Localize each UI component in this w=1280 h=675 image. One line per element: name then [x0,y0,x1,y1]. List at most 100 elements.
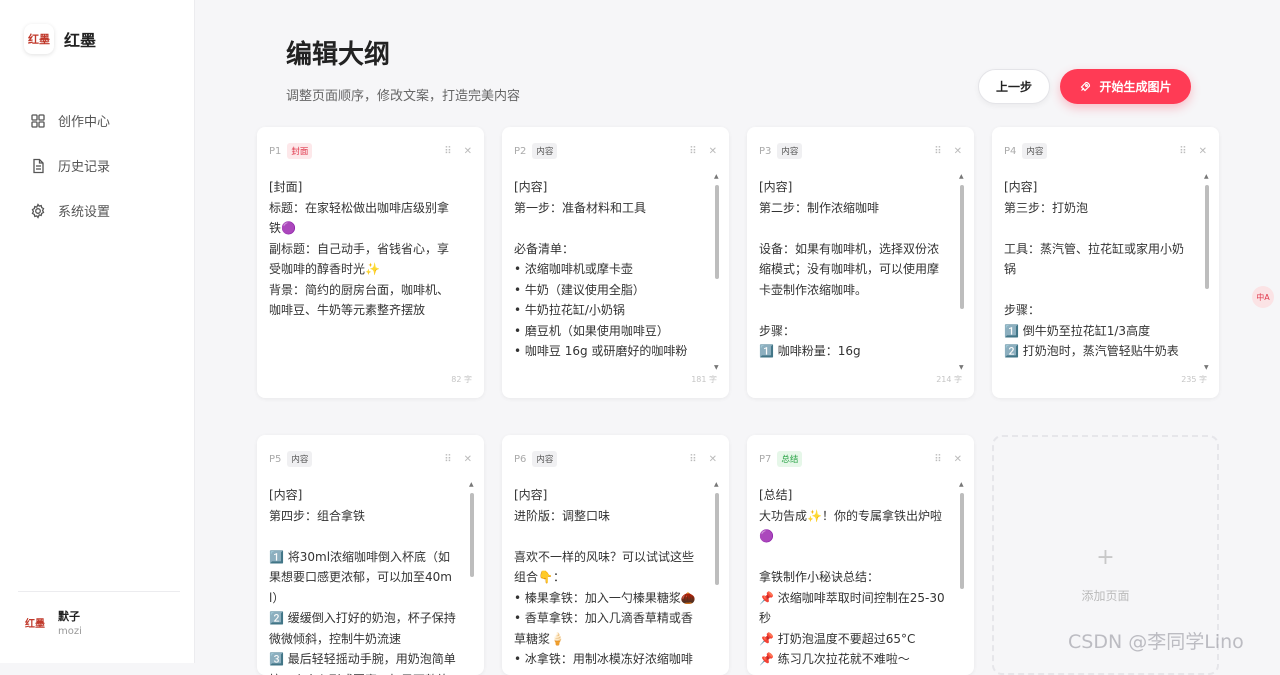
close-icon[interactable]: ✕ [464,454,472,465]
page-type-badge: 总结 [777,451,803,467]
drag-handle-icon[interactable]: ⠿ [1179,146,1186,157]
outline-card[interactable]: P2 内容 ⠿ ✕ [内容] 第一步：准备材料和工具 必备清单： • 浓缩咖啡机… [502,127,729,398]
char-count: 235 字 [1181,375,1207,384]
drag-handle-icon[interactable]: ⠿ [444,454,451,465]
close-icon[interactable]: ✕ [954,146,962,157]
scroll-up-icon[interactable]: ▲ [469,481,474,488]
scroll-up-icon[interactable]: ▲ [959,173,964,180]
scroll-up-icon[interactable]: ▲ [714,481,719,488]
page-number: P3 [759,145,772,157]
card-header: P4 内容 ⠿ ✕ [1004,143,1207,159]
page-type-badge: 内容 [287,451,313,467]
scroll-thumb[interactable] [960,493,964,589]
scrollbar[interactable]: ▲ ▼ [959,173,964,371]
scrollbar[interactable]: ▲ [714,481,719,675]
user-id: mozi [58,625,82,637]
scrollbar[interactable]: ▲ ▼ [714,173,719,371]
sidebar-item-label: 系统设置 [58,205,111,220]
close-icon[interactable]: ✕ [954,454,962,465]
scroll-up-icon[interactable]: ▲ [714,173,719,180]
outline-card[interactable]: P3 内容 ⠿ ✕ [内容] 第二步：制作浓缩咖啡 设备：如果有咖啡机，选择双份… [747,127,974,398]
outline-card[interactable]: P5 内容 ⠿ ✕ [内容] 第四步：组合拿铁 1️⃣ 将30ml浓缩咖啡倒入杯… [257,435,484,675]
close-icon[interactable]: ✕ [709,146,717,157]
card-header: P7 总结 ⠿ ✕ [759,451,962,467]
page-number: P4 [1004,145,1017,157]
drag-handle-icon[interactable]: ⠿ [934,454,941,465]
app-logo: 红墨 [24,24,54,54]
sidebar: 红墨 红墨 创作中心 历史记录 系统设置 红墨 默子 mozi [0,0,195,663]
card-text[interactable]: [封面] 标题：在家轻松做出咖啡店级别拿铁🟣 副标题：自己动手，省钱省心，享受咖… [269,177,458,358]
scroll-thumb[interactable] [960,185,964,309]
scroll-down-icon[interactable]: ▼ [1204,364,1209,371]
close-icon[interactable]: ✕ [1199,146,1207,157]
translate-icon[interactable]: 中A [1252,286,1274,308]
scroll-down-icon[interactable]: ▼ [959,364,964,371]
sidebar-item-history[interactable]: 历史记录 [30,143,110,188]
close-icon[interactable]: ✕ [464,146,472,157]
add-page-label: 添加页面 [1081,589,1130,603]
app-name: 红墨 [64,31,97,50]
sidebar-item-label: 创作中心 [58,115,111,130]
char-count: 181 字 [691,375,717,384]
user-name: 默子 [58,609,80,623]
card-text[interactable]: [内容] 第四步：组合拿铁 1️⃣ 将30ml浓缩咖啡倒入杯底（如果想要口感更浓… [269,485,458,675]
prev-step-button[interactable]: 上一步 [978,69,1050,104]
brand[interactable]: 红墨 红墨 [24,24,96,54]
page-type-badge: 内容 [532,451,558,467]
scrollbar[interactable]: ▲ ▼ [1204,173,1209,371]
close-icon[interactable]: ✕ [709,454,717,465]
card-header: P5 内容 ⠿ ✕ [269,451,472,467]
generate-label: 开始生成图片 [1099,80,1172,94]
card-text[interactable]: [内容] 进阶版：调整口味 喜欢不一样的风味？可以试试这些组合👇： • 榛果拿铁… [514,485,703,675]
outline-card[interactable]: P7 总结 ⠿ ✕ [总结] 大功告成✨！你的专属拿铁出炉啦🟣 拿铁制作小秘诀总… [747,435,974,675]
drag-handle-icon[interactable]: ⠿ [444,146,451,157]
gear-icon [31,202,45,219]
scroll-up-icon[interactable]: ▲ [1204,173,1209,180]
page-number: P7 [759,453,772,465]
drag-handle-icon[interactable]: ⠿ [934,146,941,157]
card-header: P3 内容 ⠿ ✕ [759,143,962,159]
card-header: P1 封面 ⠿ ✕ [269,143,472,159]
scrollbar[interactable]: ▲ [469,481,474,675]
sidebar-nav: 创作中心 历史记录 系统设置 [30,98,110,233]
grid-icon [31,113,45,128]
page-subtitle: 调整页面顺序，修改文案，打造完美内容 [286,89,521,104]
sidebar-item-creation[interactable]: 创作中心 [30,98,110,143]
card-text[interactable]: [内容] 第二步：制作浓缩咖啡 设备：如果有咖啡机，选择双份浓缩模式；没有咖啡机… [759,177,948,358]
page-type-badge: 内容 [532,143,558,159]
drag-handle-icon[interactable]: ⠿ [689,146,696,157]
plus-icon: + [1096,545,1115,570]
generate-images-button[interactable]: 开始生成图片 [1060,69,1191,104]
sidebar-item-settings[interactable]: 系统设置 [30,188,110,233]
drag-handle-icon[interactable]: ⠿ [689,454,696,465]
scroll-down-icon[interactable]: ▼ [714,364,719,371]
scroll-thumb[interactable] [715,493,719,585]
rocket-icon [1081,81,1091,91]
scroll-up-icon[interactable]: ▲ [959,481,964,488]
document-icon [33,158,44,173]
watermark: CSDN @李同学Lino [1068,631,1244,653]
scroll-thumb[interactable] [715,185,719,279]
card-header: P6 内容 ⠿ ✕ [514,451,717,467]
outline-card[interactable]: P4 内容 ⠿ ✕ [内容] 第三步：打奶泡 工具：蒸汽管、拉花缸或家用小奶锅 … [992,127,1219,398]
avatar: 红墨 [25,618,45,630]
page-type-badge: 封面 [287,143,313,159]
char-count: 214 字 [936,375,962,384]
card-text[interactable]: [内容] 第三步：打奶泡 工具：蒸汽管、拉花缸或家用小奶锅 步骤： 1️⃣ 倒牛… [1004,177,1193,358]
card-header: P2 内容 ⠿ ✕ [514,143,717,159]
scroll-thumb[interactable] [1205,185,1209,289]
outline-card[interactable]: P6 内容 ⠿ ✕ [内容] 进阶版：调整口味 喜欢不一样的风味？可以试试这些组… [502,435,729,675]
page-number: P6 [514,453,527,465]
scrollbar[interactable]: ▲ [959,481,964,675]
user-profile[interactable]: 红墨 默子 mozi [18,591,180,652]
page-type-badge: 内容 [1022,143,1048,159]
card-text[interactable]: [内容] 第一步：准备材料和工具 必备清单： • 浓缩咖啡机或摩卡壶 • 牛奶（… [514,177,703,358]
scroll-thumb[interactable] [470,493,474,577]
char-count: 82 字 [451,375,472,384]
page-number: P2 [514,145,527,157]
outline-card[interactable]: P1 封面 ⠿ ✕ [封面] 标题：在家轻松做出咖啡店级别拿铁🟣 副标题：自己动… [257,127,484,398]
page-number: P1 [269,145,282,157]
card-text[interactable]: [总结] 大功告成✨！你的专属拿铁出炉啦🟣 拿铁制作小秘诀总结： 📌 浓缩咖啡萃… [759,485,948,675]
page-number: P5 [269,453,282,465]
page-title: 编辑大纲 [286,40,391,70]
